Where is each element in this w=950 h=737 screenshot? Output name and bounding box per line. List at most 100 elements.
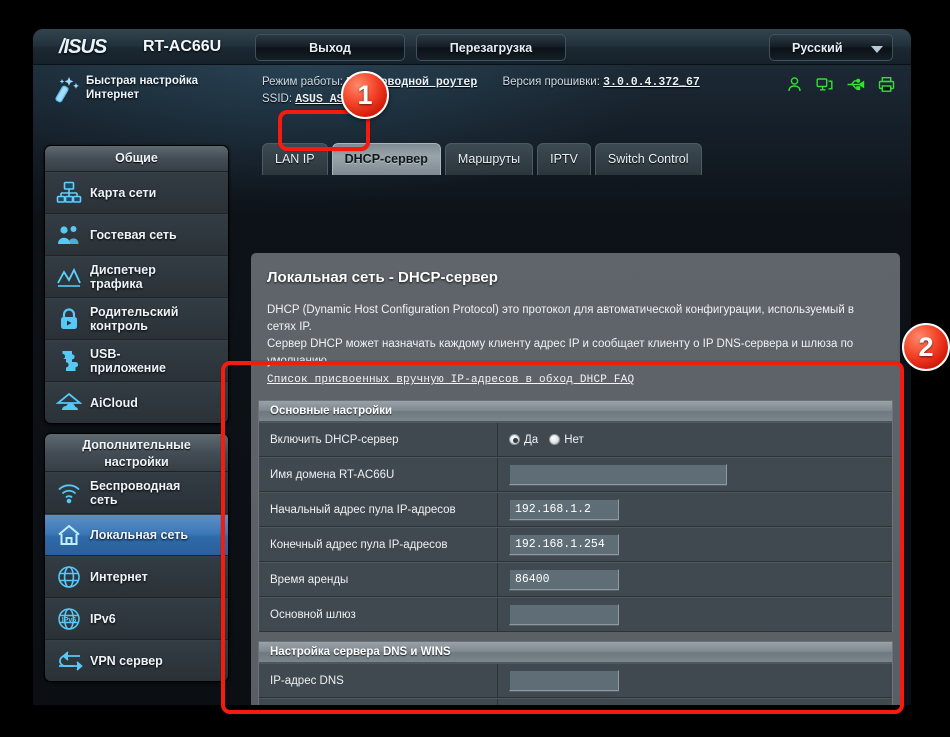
sidebar-item-parental-control[interactable]: Родительский контроль	[45, 298, 228, 340]
sidebar-item-wireless-label: Беспроводная сеть	[90, 479, 180, 507]
description-line-2: Сервер DHCP может назначать каждому клие…	[267, 338, 854, 367]
aicloud-icon	[53, 388, 85, 418]
row-ip-pool-end-label: Конечный адрес пула IP-адресов	[259, 528, 498, 561]
magic-wand-icon	[53, 74, 83, 108]
language-selector-value: Русский	[792, 41, 843, 55]
firmware-label: Версия прошивки:	[502, 76, 600, 88]
dhcp-faq-link[interactable]: Список присвоенных вручную IP-адресов в …	[267, 372, 634, 389]
row-enable-dhcp-label: Включить DHCP-сервер	[259, 423, 498, 456]
ipv6-globe-icon: IPv6	[53, 604, 85, 634]
row-wins-server: WINS-сервер	[259, 698, 892, 705]
radio-yes-dot	[509, 434, 520, 445]
tab-iptv[interactable]: IPTV	[537, 143, 591, 175]
home-lan-icon	[53, 520, 85, 550]
status-icon-group	[786, 76, 895, 93]
row-domain-name: Имя домена RT-AC66U	[259, 457, 892, 492]
vpn-server-icon	[53, 646, 85, 676]
row-ip-pool-start: Начальный адрес пула IP-адресов	[259, 492, 892, 527]
sidebar-item-vpn-server[interactable]: VPN сервер	[45, 640, 228, 681]
annotation-marker-1: 1	[341, 71, 389, 119]
sidebar-item-aicloud[interactable]: AiCloud	[45, 382, 228, 423]
row-ip-pool-start-label: Начальный адрес пула IP-адресов	[259, 493, 498, 526]
sidebar-item-network-map[interactable]: Карта сети	[45, 172, 228, 214]
lease-time-input[interactable]	[509, 569, 619, 590]
screenshot-root: /ISUS RT-AC66U Выход Перезагрузка Русски…	[0, 0, 950, 737]
row-lease-time: Время аренды	[259, 562, 892, 597]
row-default-gateway: Основной шлюз	[259, 597, 892, 632]
description-line-1: DHCP (Dynamic Host Configuration Protoco…	[267, 304, 855, 333]
radio-yes-label: Да	[524, 433, 539, 446]
sidebar-item-usb-application-label: USB- приложение	[90, 347, 166, 375]
user-icon[interactable]	[786, 76, 803, 93]
row-default-gateway-label: Основной шлюз	[259, 598, 498, 631]
tab-switch-control[interactable]: Switch Control	[594, 143, 702, 175]
usb-application-puzzle-icon	[53, 346, 85, 376]
main-panel: Локальная сеть - DHCP-сервер DHCP (Dynam…	[251, 253, 900, 705]
label-text: Диспетчер трафика	[90, 263, 156, 291]
ip-pool-start-input[interactable]	[509, 499, 619, 520]
reboot-button[interactable]: Перезагрузка	[416, 34, 566, 61]
label-text: Родительский контроль	[90, 305, 179, 333]
router-web-ui: /ISUS RT-AC66U Выход Перезагрузка Русски…	[33, 29, 911, 705]
annotation-marker-2: 2	[902, 323, 950, 371]
usb-icon[interactable]	[846, 76, 865, 93]
default-gateway-input[interactable]	[509, 604, 619, 625]
sidebar-item-usb-application[interactable]: USB- приложение	[45, 340, 228, 382]
dns-ip-input[interactable]	[509, 670, 619, 691]
radio-no[interactable]: Нет	[549, 434, 584, 446]
globe-internet-icon	[53, 562, 85, 592]
client-monitor-icon[interactable]	[816, 76, 833, 93]
chevron-down-icon	[871, 46, 883, 53]
dns-wins-settings-title: Настройка сервера DNS и WINS	[259, 642, 892, 663]
sidebar-item-parental-control-label: Родительский контроль	[90, 305, 178, 333]
label-text: Беспроводная сеть	[90, 479, 181, 507]
sidebar-item-vpn-server-label: VPN сервер	[90, 654, 163, 668]
sidebar-group-advanced-title: Дополнительные настройки	[45, 434, 228, 472]
row-wins-server-label: WINS-сервер	[259, 699, 498, 705]
parental-control-lock-icon	[53, 304, 85, 334]
domain-name-input[interactable]	[509, 464, 727, 485]
radio-no-label: Нет	[564, 433, 584, 446]
radio-no-dot	[549, 434, 561, 445]
sidebar-item-ipv6[interactable]: IPv6 IPv6	[45, 598, 228, 640]
tab-dhcp-server[interactable]: DHCP-сервер	[331, 143, 441, 175]
sidebar-group-general: Общие Карта сети Гостевая сеть Диспетчер…	[44, 145, 229, 424]
logout-button[interactable]: Выход	[255, 34, 405, 61]
row-lease-time-label: Время аренды	[259, 563, 498, 596]
page-description: DHCP (Dynamic Host Configuration Protoco…	[251, 288, 900, 389]
basic-settings-title: Основные настройки	[259, 401, 892, 422]
sidebar-group-general-title: Общие	[45, 146, 228, 172]
sidebar-item-ipv6-label: IPv6	[90, 612, 116, 626]
label-text: Дополнительные настройки	[82, 438, 191, 469]
quick-internet-setup-button[interactable]: Быстрая настройка Интернет	[49, 74, 229, 103]
sidebar-group-advanced: Дополнительные настройки Беспроводная се…	[44, 433, 229, 682]
label-text: USB- приложение	[90, 347, 166, 375]
tab-lan-ip[interactable]: LAN IP	[262, 143, 328, 175]
radio-yes[interactable]: Да	[509, 434, 538, 446]
router-info: Режим работы: Беспроводной роутер Версия…	[262, 74, 700, 108]
sidebar-item-guest-network[interactable]: Гостевая сеть	[45, 214, 228, 256]
row-dns-ip-label: IP-адрес DNS	[259, 664, 498, 697]
traffic-manager-icon	[53, 262, 85, 292]
language-selector[interactable]: Русский	[769, 34, 893, 61]
ip-pool-end-input[interactable]	[509, 534, 619, 555]
sidebar-item-internet[interactable]: Интернет	[45, 556, 228, 598]
sidebar-item-lan[interactable]: Локальная сеть	[45, 514, 228, 556]
ssid-label: SSID:	[262, 93, 293, 105]
sidebar-item-internet-label: Интернет	[90, 570, 148, 584]
asus-logo: /ISUS	[59, 36, 107, 58]
sidebar-item-traffic-manager[interactable]: Диспетчер трафика	[45, 256, 228, 298]
quick-internet-setup-line2: Интернет	[86, 89, 140, 101]
firmware-value[interactable]: 3.0.0.4.372_67	[603, 76, 700, 89]
network-map-icon	[53, 178, 85, 208]
row-enable-dhcp: Включить DHCP-сервер Да Нет	[259, 422, 892, 457]
tab-routes[interactable]: Маршруты	[444, 143, 534, 175]
sidebar-item-wireless[interactable]: Беспроводная сеть	[45, 472, 228, 514]
sidebar-item-guest-network-label: Гостевая сеть	[90, 228, 177, 242]
wifi-icon	[53, 478, 85, 508]
sidebar: Общие Карта сети Гостевая сеть Диспетчер…	[44, 145, 229, 691]
router-model: RT-AC66U	[143, 38, 222, 55]
operation-mode-label: Режим работы:	[262, 76, 343, 88]
printer-icon[interactable]	[878, 76, 895, 93]
sidebar-item-traffic-manager-label: Диспетчер трафика	[90, 263, 156, 291]
